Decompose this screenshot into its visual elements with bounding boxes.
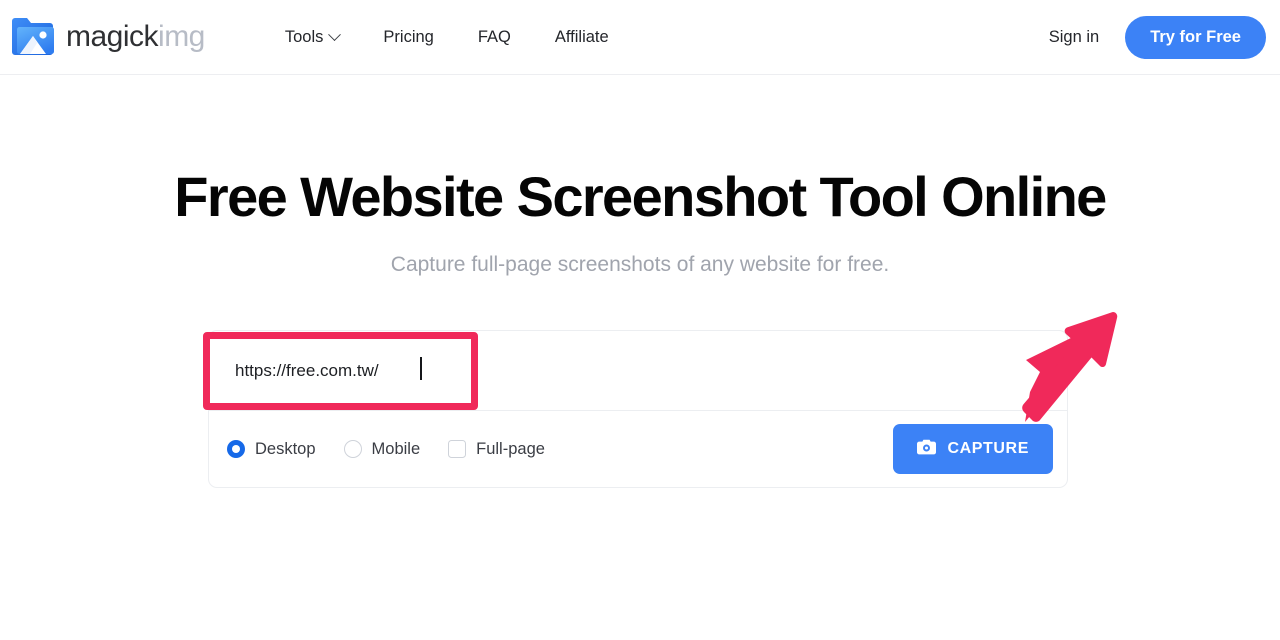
checkbox-full-page-icon[interactable] [448,440,467,458]
header-actions: Sign in Try for Free [1049,15,1266,59]
capture-button[interactable]: CAPTURE [893,424,1053,474]
image-folder-logo-icon [10,14,58,60]
url-input[interactable] [209,331,1067,410]
nav-item-tools-label: Tools [284,27,324,46]
hero-section: Free Website Screenshot Tool Online Capt… [0,75,1280,277]
text-caret [420,357,422,380]
brand-logo-link[interactable]: magickimg [10,14,205,60]
brand-wordmark-dark: magick [66,20,159,53]
nav-item-pricing[interactable]: Pricing [361,20,455,55]
nav-item-affiliate[interactable]: Affiliate [533,20,631,55]
url-input-row [209,331,1067,411]
nav-item-faq[interactable]: FAQ [456,20,533,55]
option-full-page[interactable]: Full-page [448,440,545,459]
nav-item-faq-label: FAQ [477,27,511,46]
chevron-down-icon [328,27,342,41]
site-header: magickimg Tools Pricing FAQ Affiliate Si… [0,0,1280,75]
page-root: magickimg Tools Pricing FAQ Affiliate Si… [0,0,1280,640]
nav-item-pricing-label: Pricing [383,27,434,46]
sign-in-link[interactable]: Sign in [1049,28,1099,47]
page-title: Free Website Screenshot Tool Online [174,165,1107,228]
option-desktop-label: Desktop [255,439,316,458]
try-for-free-button[interactable]: Try for Free [1125,15,1266,59]
screenshot-form-card: Desktop Mobile Full-page CAPTURE [208,330,1068,488]
brand-wordmark: magickimg [66,22,205,52]
option-mobile[interactable]: Mobile [343,439,421,459]
brand-wordmark-light: img [158,20,205,53]
option-mobile-label: Mobile [371,439,421,458]
option-desktop[interactable]: Desktop [227,440,316,459]
nav-item-affiliate-label: Affiliate [554,27,609,46]
radio-mobile-icon[interactable] [343,440,362,458]
page-subtitle: Capture full-page screenshots of any web… [390,252,890,276]
radio-desktop-icon[interactable] [227,440,245,458]
camera-icon [917,439,937,460]
option-full-page-label: Full-page [476,439,545,458]
capture-options-row: Desktop Mobile Full-page CAPTURE [209,411,1067,487]
capture-button-label: CAPTURE [947,440,1029,457]
primary-nav: Tools Pricing FAQ Affiliate [263,20,631,55]
nav-item-tools[interactable]: Tools [263,20,362,55]
